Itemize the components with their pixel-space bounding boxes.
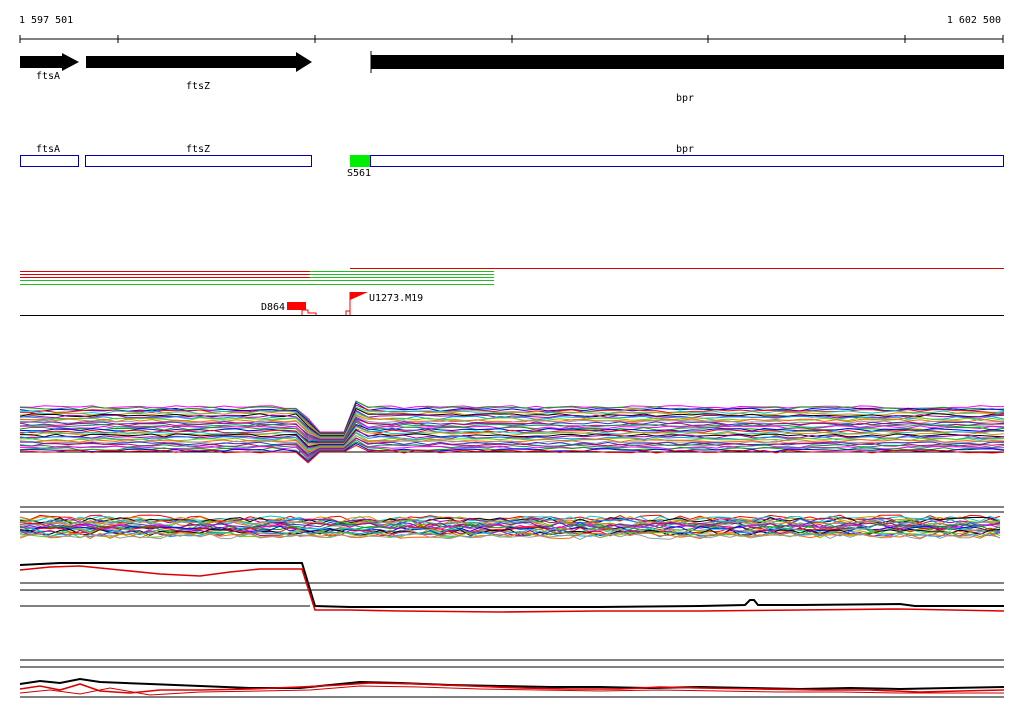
site-marker-label: S561 [347, 168, 371, 179]
genome-browser-view: 1 597 501 1 602 500 ftsA ftsZ bpr ftsA f… [19, 15, 1005, 698]
gene-arrow-ftsZ[interactable] [86, 52, 312, 72]
marker-D864-step [301, 309, 317, 315]
feature-label-ftsA: ftsA [36, 144, 60, 155]
feature-label-bpr: bpr [676, 144, 694, 155]
feature-boxes-track: ftsA ftsZ bpr S561 [20, 144, 1004, 179]
track-1-lines [19, 400, 1005, 464]
marker-label-U1273: U1273.M19 [369, 293, 423, 304]
gene-arrows-track: ftsA ftsZ bpr [20, 51, 1004, 104]
marker-label-D864: D864 [261, 302, 285, 313]
track-3-black-line [19, 562, 1004, 608]
marker-U1273-flag[interactable] [350, 292, 368, 300]
feature-box-ftsA[interactable] [20, 155, 79, 167]
feature-label-ftsZ: ftsZ [186, 144, 210, 155]
site-marker-box[interactable] [350, 155, 370, 167]
feature-box-bpr[interactable] [370, 155, 1004, 167]
coverage-track-4 [19, 659, 1005, 698]
coverage-track-2 [19, 506, 1004, 540]
coverage-track-1 [19, 400, 1005, 464]
markers-track: D864 U1273.M19 [20, 292, 1004, 316]
gene-label-ftsA: ftsA [36, 71, 60, 82]
marker-D864[interactable] [287, 302, 306, 310]
coverage-track-3 [19, 562, 1005, 613]
gene-arrow-bpr[interactable] [371, 55, 1004, 69]
ruler-end-label: 1 602 500 [947, 15, 1001, 26]
track-2-lines [19, 514, 1001, 540]
marker-U1273-step [345, 310, 350, 315]
ruler-start-label: 1 597 501 [19, 15, 73, 26]
gene-label-bpr: bpr [676, 93, 694, 104]
coordinate-ruler: 1 597 501 1 602 500 [19, 15, 1004, 43]
gene-arrow-ftsA[interactable] [20, 53, 79, 71]
alignment-lines-track [20, 268, 1004, 285]
gene-label-ftsZ: ftsZ [186, 81, 210, 92]
feature-box-ftsZ[interactable] [85, 155, 312, 167]
